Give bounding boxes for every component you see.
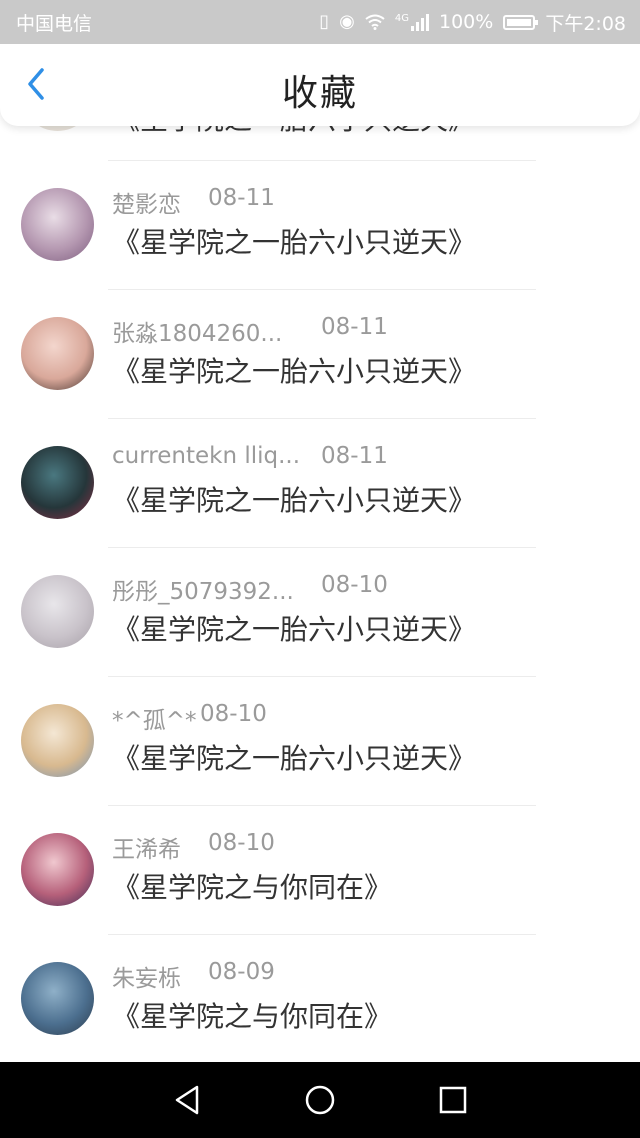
item-meta: 彤彤_5079392... 08-10 <box>112 572 388 606</box>
item-meta: 张淼1804260... 08-11 <box>112 314 388 348</box>
date-label: 08-09 <box>208 959 275 985</box>
square-recents-icon <box>440 1086 467 1114</box>
list-item[interactable]: 王浠希 08-10 《星学院之与你同在》 <box>0 806 640 935</box>
system-home-button[interactable] <box>300 1080 340 1120</box>
nav-bar: 收藏 <box>0 44 640 126</box>
avatar[interactable] <box>21 446 94 519</box>
username: *^孤^* <box>112 708 197 734</box>
clock: 下午2:08 <box>545 12 626 35</box>
avatar[interactable] <box>21 575 94 648</box>
book-title[interactable]: 《星学院之与你同在》 <box>112 866 392 906</box>
status-bar: 中国电信 ▯ ◉ 4G 100% 下午2:08 <box>0 0 640 44</box>
page-title: 收藏 <box>281 73 358 114</box>
date-label: 08-11 <box>321 314 388 340</box>
date-label: 08-10 <box>321 572 388 598</box>
list-item[interactable]: 彤彤_5079392... 08-10 《星学院之一胎六小只逆天》 <box>0 548 640 677</box>
date-label: 08-10 <box>200 701 267 727</box>
favorites-list[interactable]: 《星学院之一胎六小只逆天》 楚影恋08-11《星学院之一胎六小只逆天》张淼180… <box>0 96 640 1062</box>
circle-home-icon <box>305 1085 335 1115</box>
book-title[interactable]: 《星学院之一胎六小只逆天》 <box>112 737 476 777</box>
battery-percent: 100% <box>439 11 494 33</box>
signal-icon: 4G <box>394 12 429 31</box>
book-title[interactable]: 《星学院之一胎六小只逆天》 <box>112 479 476 519</box>
avatar[interactable] <box>21 188 94 261</box>
username: currentekn lliq... <box>112 443 301 469</box>
book-title[interactable]: 《星学院之一胎六小只逆天》 <box>112 350 476 390</box>
username: 张淼1804260... <box>112 321 283 347</box>
username: 王浠希 <box>112 837 181 863</box>
username: 楚影恋 <box>112 192 181 218</box>
date-label: 08-11 <box>208 185 275 211</box>
list-item[interactable]: currentekn lliq... 08-11 《星学院之一胎六小只逆天》 <box>0 419 640 548</box>
wifi-icon <box>365 14 385 30</box>
avatar[interactable] <box>21 833 94 906</box>
avatar[interactable] <box>21 317 94 390</box>
carrier-label: 中国电信 <box>16 12 93 35</box>
avatar[interactable] <box>21 962 94 1035</box>
item-meta: *^孤^* 08-10 <box>112 701 267 735</box>
system-nav-bar <box>0 1062 640 1138</box>
eye-icon: ◉ <box>339 11 355 32</box>
network-type: 4G <box>394 12 409 24</box>
item-meta: 朱妄栎 08-09 <box>112 959 275 993</box>
triangle-back-icon <box>175 1085 198 1115</box>
status-icons: ▯ ◉ 4G 100% 下午2:08 <box>319 9 626 36</box>
username: 朱妄栎 <box>112 966 181 992</box>
vibrate-icon: ▯ <box>319 11 330 32</box>
system-recents-button[interactable] <box>433 1080 473 1120</box>
list-item[interactable]: 朱妄栎 08-09 《星学院之与你同在》 <box>0 935 640 1062</box>
book-title[interactable]: 《星学院之一胎六小只逆天》 <box>112 221 476 261</box>
system-back-button[interactable] <box>167 1080 207 1120</box>
book-title[interactable]: 《星学院之一胎六小只逆天》 <box>112 608 476 648</box>
item-meta: currentekn lliq... 08-11 <box>112 443 388 469</box>
avatar[interactable] <box>21 704 94 777</box>
list-item[interactable]: *^孤^* 08-10 《星学院之一胎六小只逆天》 <box>0 677 640 806</box>
book-title[interactable]: 《星学院之与你同在》 <box>112 995 392 1035</box>
battery-icon <box>503 14 539 30</box>
username: 彤彤_5079392... <box>112 579 294 605</box>
list-item[interactable]: 张淼1804260... 08-11 《星学院之一胎六小只逆天》 <box>0 290 640 419</box>
date-label: 08-10 <box>208 830 275 856</box>
date-label: 08-11 <box>321 443 388 469</box>
item-meta: 楚影恋 08-11 <box>112 185 275 219</box>
list-item[interactable]: 楚影恋 08-11 《星学院之一胎六小只逆天》 <box>0 161 640 290</box>
item-meta: 王浠希 08-10 <box>112 830 275 864</box>
